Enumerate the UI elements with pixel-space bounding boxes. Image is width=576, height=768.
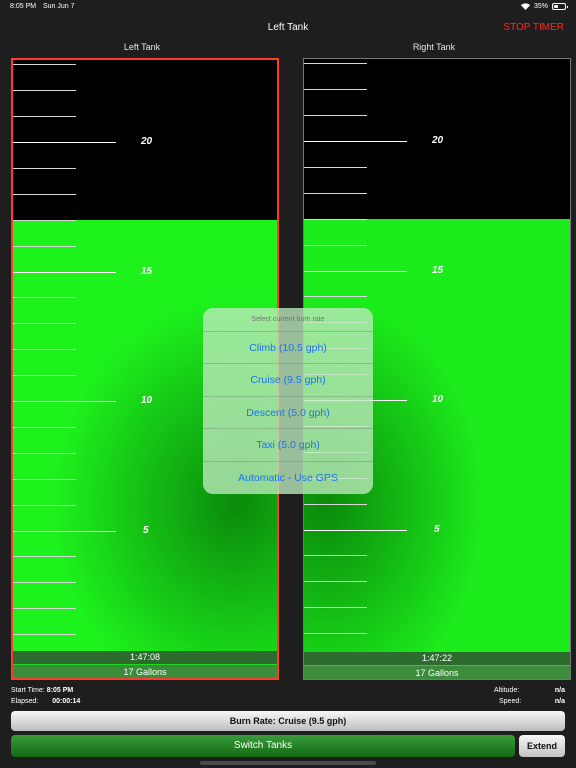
minor-tick bbox=[13, 116, 76, 118]
altitude-label: Altitude: bbox=[494, 687, 520, 694]
minor-tick bbox=[304, 166, 367, 168]
start-time-label: Start Time: bbox=[11, 687, 45, 694]
minor-tick bbox=[304, 89, 367, 91]
tick-label: 15 bbox=[432, 264, 444, 276]
minor-tick bbox=[13, 245, 76, 247]
right-tank-gallons: 17 Gallons bbox=[304, 665, 570, 679]
status-date: Sun Jun 7 bbox=[43, 3, 75, 10]
elapsed-value: 00:00:14 bbox=[52, 698, 81, 705]
minor-tick bbox=[13, 90, 76, 92]
speed-value: n/a bbox=[554, 698, 565, 705]
minor-tick bbox=[13, 608, 76, 610]
wifi-icon bbox=[520, 3, 530, 10]
major-tick bbox=[13, 271, 116, 273]
speed-row: Speed: n/a bbox=[499, 698, 565, 705]
minor-tick bbox=[304, 296, 367, 298]
right-tank-elapsed: 1:47:22 bbox=[304, 652, 570, 665]
minor-tick bbox=[13, 452, 76, 454]
minor-tick bbox=[304, 555, 367, 557]
option-climb[interactable]: Climb (10.5 gph) bbox=[203, 332, 373, 365]
minor-tick bbox=[304, 192, 367, 194]
minor-tick bbox=[304, 633, 367, 635]
minor-tick bbox=[304, 607, 367, 609]
major-tick bbox=[304, 141, 407, 142]
battery-fill bbox=[554, 5, 559, 8]
start-time-value: 8:05 PM bbox=[46, 687, 74, 694]
left-tank-footer: 1:47:08 17 Gallons bbox=[13, 651, 277, 678]
option-taxi[interactable]: Taxi (5.0 gph) bbox=[203, 429, 373, 462]
nav-bar: Left Tank STOP TIMER bbox=[0, 14, 576, 42]
left-tank-gallons: 17 Gallons bbox=[13, 664, 277, 678]
option-automatic-gps[interactable]: Automatic - Use GPS bbox=[203, 462, 373, 494]
status-right: 35% bbox=[520, 3, 568, 10]
battery-icon bbox=[552, 3, 568, 10]
option-descent[interactable]: Descent (5.0 gph) bbox=[203, 397, 373, 430]
option-cruise[interactable]: Cruise (9.5 gph) bbox=[203, 364, 373, 397]
minor-tick bbox=[13, 193, 76, 195]
speed-label: Speed: bbox=[499, 698, 522, 705]
burn-rate-popup: Select current burn rate Climb (10.5 gph… bbox=[203, 308, 373, 494]
minor-tick bbox=[13, 582, 76, 584]
minor-tick bbox=[304, 115, 367, 117]
tick-label: 10 bbox=[432, 394, 444, 405]
tick-label: 10 bbox=[141, 395, 153, 406]
minor-tick bbox=[13, 504, 76, 506]
left-tank-elapsed: 1:47:08 bbox=[13, 651, 277, 664]
tick-label: 5 bbox=[434, 523, 440, 535]
tick-label: 5 bbox=[143, 524, 149, 536]
minor-tick bbox=[304, 503, 367, 505]
home-indicator[interactable] bbox=[200, 761, 376, 765]
major-tick bbox=[13, 401, 116, 402]
minor-tick bbox=[304, 244, 367, 246]
major-tick bbox=[304, 270, 407, 272]
minor-tick bbox=[13, 556, 76, 558]
popup-header: Select current burn rate bbox=[203, 308, 373, 332]
altitude-value: n/a bbox=[554, 687, 565, 694]
status-bar: 8:05 PM Sun Jun 7 35% bbox=[0, 0, 576, 14]
elapsed-row: Elapsed: 00:00:14 bbox=[11, 698, 80, 705]
status-time: 8:05 PM bbox=[10, 3, 37, 10]
extend-button[interactable]: Extend bbox=[519, 735, 565, 757]
page-title: Left Tank bbox=[267, 22, 309, 33]
minor-tick bbox=[13, 323, 76, 325]
battery-percent: 35% bbox=[533, 3, 548, 10]
major-tick bbox=[13, 530, 116, 532]
right-tank-label: Right Tank bbox=[412, 42, 456, 52]
tick-label: 20 bbox=[432, 135, 444, 146]
elapsed-label: Elapsed: bbox=[11, 698, 39, 705]
major-tick bbox=[13, 142, 116, 143]
minor-tick bbox=[13, 375, 76, 377]
left-tank-label: Left Tank bbox=[123, 42, 161, 52]
minor-tick bbox=[13, 349, 76, 351]
minor-tick bbox=[304, 581, 367, 583]
minor-tick bbox=[304, 63, 367, 65]
minor-tick bbox=[304, 218, 367, 220]
tick-label: 20 bbox=[141, 136, 153, 147]
minor-tick bbox=[13, 634, 76, 636]
stop-timer-button[interactable]: STOP TIMER bbox=[503, 22, 564, 33]
burn-rate-button[interactable]: Burn Rate: Cruise (9.5 gph) bbox=[11, 711, 565, 731]
right-tank-footer: 1:47:22 17 Gallons bbox=[304, 652, 570, 679]
switch-tanks-button[interactable]: Switch Tanks bbox=[11, 735, 515, 757]
minor-tick bbox=[13, 478, 76, 480]
altitude-row: Altitude: n/a bbox=[494, 687, 565, 694]
minor-tick bbox=[13, 426, 76, 428]
tick-label: 15 bbox=[141, 265, 153, 277]
minor-tick bbox=[13, 297, 76, 299]
minor-tick bbox=[13, 219, 76, 221]
minor-tick bbox=[13, 167, 76, 169]
major-tick bbox=[304, 529, 407, 531]
minor-tick bbox=[13, 64, 76, 66]
start-time-row: Start Time: 8:05 PM bbox=[11, 687, 73, 694]
